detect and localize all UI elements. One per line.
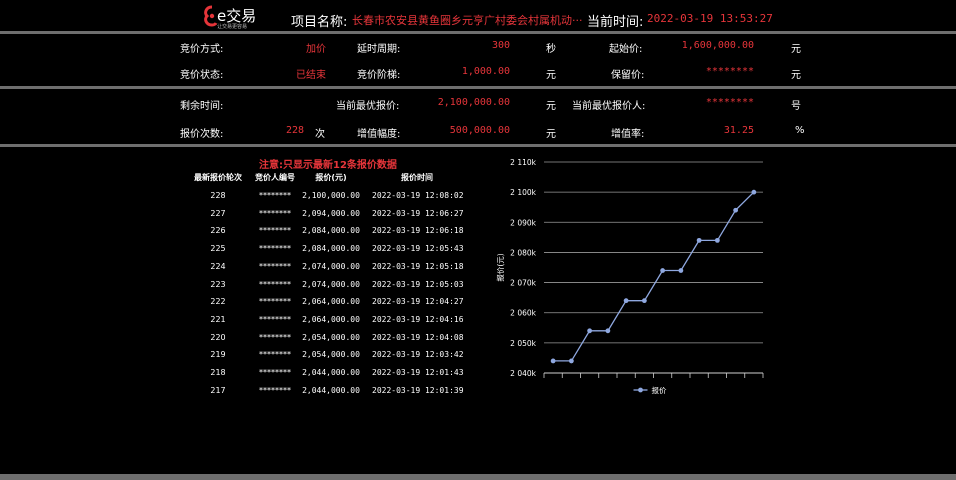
best-price-unit: 元 (546, 101, 556, 112)
cell-price: 2,074,000.00 (302, 279, 360, 289)
y-tick-label: 2 040k (510, 369, 536, 378)
data-point (623, 298, 629, 304)
cell-price: 2,084,000.00 (302, 226, 360, 236)
y-tick-label: 2 050k (510, 339, 536, 348)
data-point (550, 358, 556, 364)
separator (0, 31, 956, 34)
data-point (678, 268, 684, 273)
data-point (660, 268, 666, 273)
bid-method-value: 加价 (306, 44, 326, 55)
increase-value: 500,000.00 (449, 125, 510, 136)
cell-price: 2,044,000.00 (302, 368, 360, 377)
bid-count-value: 228 (285, 125, 304, 136)
step-unit: 元 (546, 70, 556, 81)
cell-time: 2022-03-19 12:04:08 (372, 332, 464, 342)
legend-marker-icon (638, 387, 643, 393)
delay-label: 延时周期: (357, 44, 401, 55)
increase-unit: 元 (546, 129, 556, 140)
data-point (568, 358, 574, 364)
data-point (733, 207, 739, 213)
cell-time: 2022-03-19 12:05:03 (372, 279, 464, 289)
step-label: 竞价阶梯: (357, 70, 401, 81)
data-point (714, 237, 720, 243)
project-name: 长春市农安县黄鱼圈乡元亨广村委会村属机动··· (352, 14, 583, 27)
data-point (751, 189, 757, 195)
y-tick-label: 2 110k (510, 158, 536, 167)
col-header-time: 报价时间 (401, 173, 433, 182)
delay-value: 300 (491, 40, 510, 51)
col-header-price: 报价(元) (315, 173, 347, 182)
best-bidder-unit: 号 (791, 101, 801, 112)
data-point (641, 298, 647, 304)
cell-price: 2,100,000.00 (302, 191, 360, 200)
y-tick-label: 2 080k (510, 248, 536, 257)
cell-time: 2022-03-19 12:01:43 (372, 368, 464, 377)
reserve-value: ******** (705, 66, 754, 77)
cell-price: 2,074,000.00 (302, 261, 360, 271)
increase-rate-label: 增值率: (611, 129, 645, 140)
bid-method-label: 竞价方式: (180, 44, 224, 55)
current-time-value: 2022-03-19 13:53:27 (647, 12, 773, 25)
data-point (696, 237, 702, 243)
cell-time: 2022-03-19 12:05:18 (372, 261, 464, 271)
y-axis-label: 报价(元) (495, 253, 505, 281)
cell-price: 2,054,000.00 (302, 332, 360, 342)
increase-rate-unit: % (795, 125, 805, 136)
y-tick-label: 2 060k (510, 309, 536, 318)
reserve-unit: 元 (791, 70, 801, 81)
logo: e交易 让交易更容易 (203, 5, 263, 31)
bid-count-unit: 次 (315, 129, 325, 140)
start-price-value: 1,600,000.00 (681, 40, 754, 51)
cell-time: 2022-03-19 12:04:16 (372, 314, 464, 324)
series-line (553, 191, 755, 362)
cell-price: 2,064,000.00 (302, 297, 360, 307)
remaining-time-label: 剩余时间: (180, 101, 224, 112)
status-label: 竞价状态: (180, 70, 224, 81)
start-price-label: 起始价: (609, 44, 643, 55)
best-price-label: 当前最优报价: (336, 101, 400, 112)
cell-price: 2,084,000.00 (302, 244, 360, 254)
separator (0, 144, 956, 147)
current-time-label: 当前时间: (587, 15, 644, 30)
status-value: 已结束 (296, 70, 326, 81)
delay-unit: 秒 (546, 44, 556, 55)
logo-slogan: 让交易更容易 (217, 24, 248, 30)
bid-price-chart: 2 040k 2 050k 2 060k 2 070k 2 080k 2 090k 2 10… (495, 158, 764, 395)
data-point (605, 328, 611, 334)
y-tick-label: 2 100k (510, 188, 536, 197)
cell-time: 2022-03-19 12:05:43 (372, 244, 464, 254)
cell-price: 2,044,000.00 (302, 385, 360, 395)
cell-time: 2022-03-19 12:06:27 (372, 208, 464, 218)
reserve-label: 保留价: (611, 70, 645, 81)
cell-time: 2022-03-19 12:03:42 (372, 350, 464, 360)
best-price-value: 2,100,000.00 (437, 97, 510, 108)
separator (0, 86, 956, 89)
cell-price: 2,094,000.00 (302, 208, 360, 218)
best-bidder-value: ******** (705, 97, 754, 108)
y-tick-label: 2 090k (510, 218, 536, 227)
cell-price: 2,054,000.00 (302, 350, 360, 360)
cell-time: 2022-03-19 12:04:27 (372, 297, 464, 307)
cell-time: 2022-03-19 12:01:39 (372, 385, 464, 395)
step-value: 1,000.00 (461, 66, 510, 77)
increase-label: 增值幅度: (357, 129, 401, 140)
project-label: 项目名称: (291, 15, 348, 30)
legend-label: 报价 (652, 385, 667, 395)
cell-time: 2022-03-19 12:06:18 (372, 226, 464, 236)
best-bidder-label: 当前最优报价人: (572, 101, 646, 112)
cell-price: 2,064,000.00 (302, 314, 360, 324)
start-price-unit: 元 (791, 44, 801, 55)
notice-text: 注意:只显示最新12条报价数据 (259, 160, 397, 171)
data-point (587, 328, 593, 334)
increase-rate-value: 31.25 (723, 125, 754, 136)
cell-time: 2022-03-19 12:08:02 (372, 191, 464, 200)
logo-mark-icon (204, 5, 217, 27)
bid-count-label: 报价次数: (180, 129, 224, 140)
y-tick-label: 2 070k (510, 279, 536, 288)
bottom-bar (0, 474, 956, 480)
